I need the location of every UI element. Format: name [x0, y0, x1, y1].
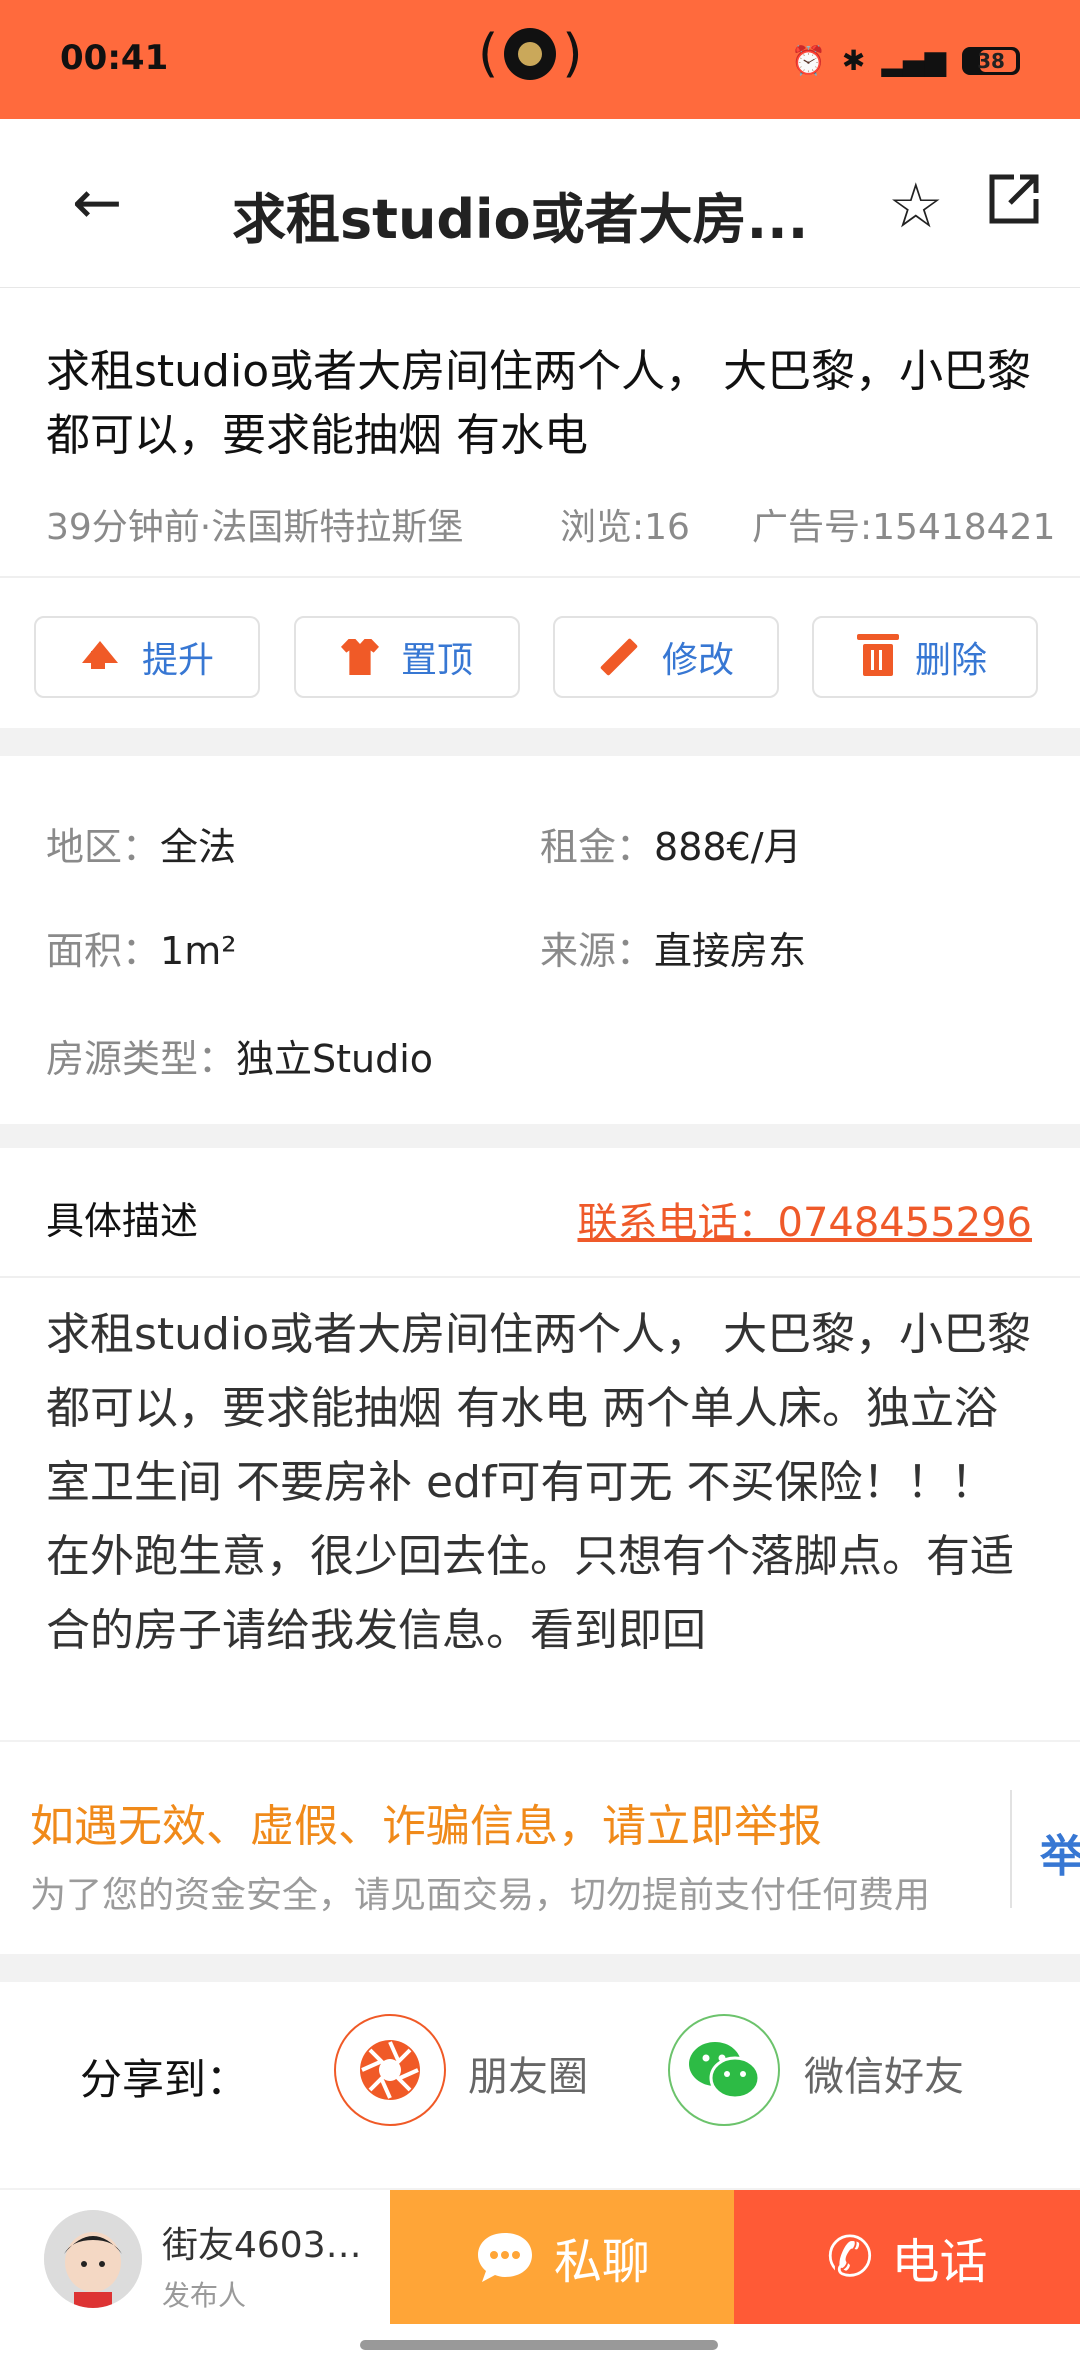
region-value: 全法 — [160, 825, 237, 869]
wechat-label[interactable]: 微信好友 — [804, 2044, 964, 2102]
divider — [0, 1276, 1080, 1278]
top-bar: ← 求租studio或者大房... ☆ — [0, 119, 1080, 288]
bluetooth-icon: ✱ — [841, 44, 866, 77]
post-ad-number: 广告号:15418421 — [752, 507, 1056, 548]
delete-button[interactable]: 删除 — [812, 616, 1038, 698]
wechat-share-button[interactable] — [668, 2014, 780, 2126]
signal-icon: ▂▄▆ — [881, 44, 946, 77]
post-title: 求租studio或者大房间住两个人， 大巴黎，小巴黎都可以，要求能抽烟 有水电 — [46, 346, 1032, 461]
delete-label: 删除 — [914, 640, 987, 681]
description-text: 求租studio或者大房间住两个人， 大巴黎，小巴黎都可以，要求能抽烟 有水电 … — [46, 1309, 1032, 1656]
page-title: 求租studio或者大房... — [232, 188, 809, 251]
share-label: 分享到： — [80, 2055, 249, 2104]
home-indicator[interactable] — [360, 2340, 718, 2350]
arrow-up-icon — [80, 637, 120, 677]
divider — [1010, 1790, 1012, 1908]
camera-indicator: () — [478, 24, 583, 84]
contact-phone-link[interactable]: 联系电话：0748455296 — [578, 1190, 1033, 1248]
call-label: 电话 — [891, 2234, 988, 2290]
post-views: 浏览:16 — [560, 507, 690, 548]
status-time: 00:41 — [60, 38, 169, 78]
warning-subtitle: 为了您的资金安全，请见面交易，切勿提前支付任何费用 — [30, 1875, 931, 1916]
divider — [0, 576, 1080, 578]
publisher-role: 发布人 — [162, 2279, 247, 2312]
report-button[interactable]: 举 — [1040, 1820, 1080, 1884]
rent-row: 租金：888€/月 — [540, 825, 802, 869]
camera-icon — [504, 28, 557, 80]
warning-title: 如遇无效、虚假、诈骗信息，请立即举报 — [30, 1801, 822, 1852]
status-icons: ⏰ ✱ ▂▄▆ 38 — [791, 44, 1020, 77]
source-row: 来源：直接房东 — [540, 929, 807, 973]
type-row: 房源类型：独立Studio — [46, 1037, 434, 1081]
battery-icon: 38 — [962, 46, 1020, 75]
avatar-image — [44, 2210, 142, 2308]
tshirt-icon — [340, 639, 379, 675]
trash-icon — [856, 634, 899, 676]
post-time-location: 39分钟前·法国斯特拉斯堡 — [46, 507, 464, 548]
pin-top-label: 置顶 — [400, 640, 473, 681]
phone-icon: ✆ — [826, 2224, 874, 2290]
region-row: 地区：全法 — [46, 825, 237, 869]
moments-label[interactable]: 朋友圈 — [468, 2044, 588, 2102]
description-heading: 具体描述 — [46, 1199, 199, 1243]
back-arrow-icon[interactable]: ← — [72, 173, 122, 233]
alarm-icon: ⏰ — [791, 44, 826, 77]
edit-label: 修改 — [661, 640, 734, 681]
promote-button[interactable]: 提升 — [34, 616, 260, 698]
share-icon[interactable] — [984, 169, 1044, 229]
private-chat-button[interactable]: 私聊 — [390, 2190, 734, 2324]
call-button[interactable]: ✆ 电话 — [734, 2190, 1080, 2324]
pencil-icon — [599, 637, 639, 677]
chat-bubble-icon — [477, 2233, 532, 2282]
private-chat-label: 私聊 — [553, 2234, 650, 2290]
avatar[interactable] — [44, 2210, 142, 2308]
rent-value: 888€/月 — [654, 825, 802, 869]
moments-icon — [360, 2040, 420, 2100]
area-value: 1m² — [160, 929, 237, 973]
status-bar: 00:41 () ⏰ ✱ ▂▄▆ 38 — [0, 0, 1080, 119]
wechat-icon — [689, 2042, 761, 2100]
area-row: 面积：1m² — [46, 929, 237, 973]
star-icon[interactable]: ☆ — [888, 169, 944, 242]
pin-top-button[interactable]: 置顶 — [294, 616, 520, 698]
moments-share-button[interactable] — [334, 2014, 446, 2126]
publisher-name[interactable]: 街友46032... — [162, 2216, 382, 2268]
type-value: 独立Studio — [236, 1037, 434, 1081]
edit-button[interactable]: 修改 — [553, 616, 779, 698]
source-value: 直接房东 — [654, 929, 807, 973]
promote-label: 提升 — [141, 640, 214, 681]
